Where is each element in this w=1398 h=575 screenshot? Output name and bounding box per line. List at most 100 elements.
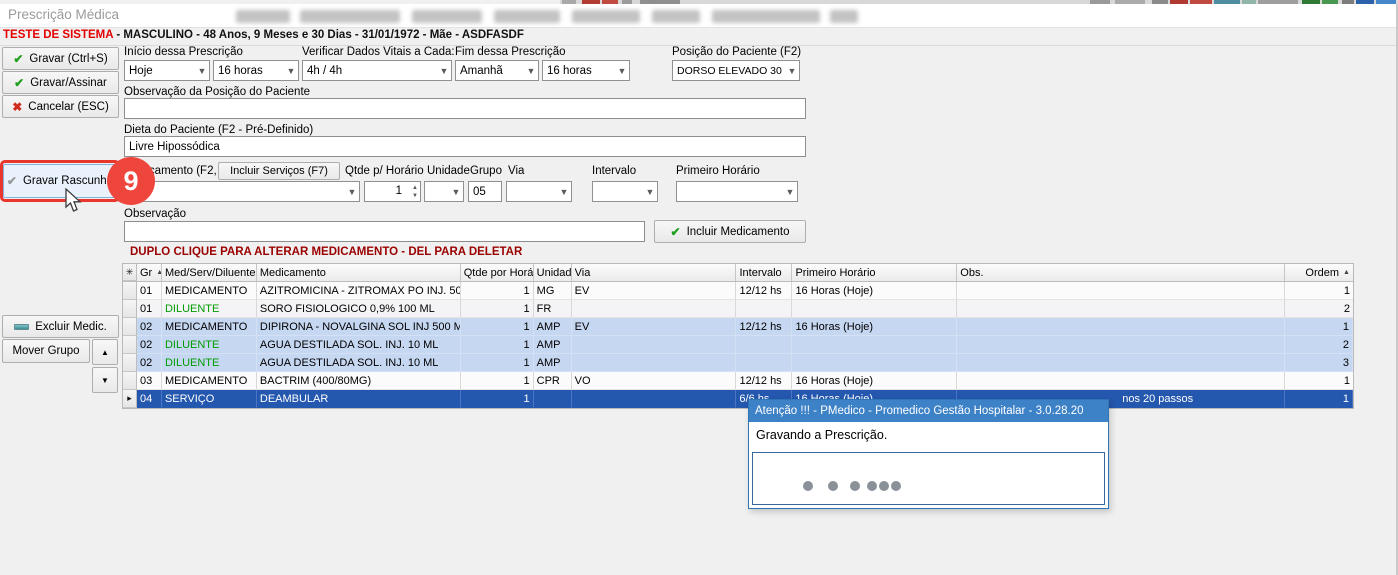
marker-column-header[interactable]: ✳ [123,264,137,281]
cell-gr: 01 [137,300,162,318]
col-header-tipo[interactable]: Med/Serv/Diluente [162,264,257,281]
move-group-label: Mover Grupo [12,345,79,357]
vitals-interval-combobox[interactable]: 4h / 4h ▼ [302,60,452,81]
progress-dot [828,481,838,491]
interval-combobox[interactable]: ▼ [592,181,658,202]
end-day-combobox[interactable]: Amanhã ▼ [455,60,539,81]
table-row[interactable]: 03MEDICAMENTOBACTRIM (400/80MG)1CPRVO12/… [123,372,1353,390]
col-header-primeiro-horario[interactable]: Primeiro Horário [792,264,957,281]
first-time-label: Primeiro Horário [676,165,760,177]
delete-medication-button[interactable]: Excluir Medic. [2,315,119,338]
patient-position-label: Posição do Paciente (F2) [672,46,801,58]
table-row[interactable]: 02DILUENTEAGUA DESTILADA SOL. INJ. 10 ML… [123,336,1353,354]
row-marker[interactable] [123,318,137,336]
cell-obs [957,318,1285,336]
move-group-button[interactable]: Mover Grupo [2,339,90,363]
cell-unidade: AMP [534,318,572,336]
col-header-intervalo[interactable]: Intervalo [736,264,792,281]
vitals-check-label: Verificar Dados Vitais a Cada: [302,46,455,58]
include-medication-button[interactable]: ✔ Incluir Medicamento [654,220,806,243]
row-marker[interactable] [123,300,137,318]
minus-icon [14,324,29,330]
col-header-via[interactable]: Via [572,264,737,281]
cell-primeiro: 16 Horas (Hoje) [792,282,957,300]
col-header-qtde[interactable]: Qtde por Horário [461,264,534,281]
chevron-down-icon: ▼ [345,187,359,197]
patient-position-combobox[interactable]: DORSO ELEVADO 30 G ▼ [672,60,800,81]
cell-med: DIPIRONA - NOVALGINA SOL INJ 500 MG/ML 2 [257,318,461,336]
cell-qtde: 1 [461,372,534,390]
col-header-obs[interactable]: Obs. [957,264,1285,281]
progress-dot [850,481,860,491]
table-row[interactable]: 02MEDICAMENTODIPIRONA - NOVALGINA SOL IN… [123,318,1353,336]
save-sign-button[interactable]: ✔ Gravar/Assinar [2,71,119,94]
save-button[interactable]: ✔ Gravar (Ctrl+S) [2,47,119,70]
cell-intervalo: 12/12 hs [736,318,792,336]
redacted-title-segment [412,10,482,23]
save-button-label: Gravar (Ctrl+S) [29,53,107,65]
window-titlebar[interactable]: Prescrição Médica [0,4,1398,28]
cell-ordem: 1 [1285,372,1353,390]
redacted-title-segment [830,10,858,23]
sort-asc-icon: ▲ [1343,269,1350,276]
cell-gr: 03 [137,372,162,390]
patient-details: - MASCULINO - 48 Anos, 9 Meses e 30 Dias… [113,29,524,41]
col-header-unidade[interactable]: Unidade [534,264,572,281]
cell-tipo: DILUENTE [162,354,257,372]
selected-row-pointer-icon[interactable]: ▸ [123,390,137,408]
cell-intervalo: 12/12 hs [736,372,792,390]
unit-combobox[interactable]: ▼ [424,181,464,202]
qty-per-time-stepper[interactable]: 1 ▲ ▼ [364,181,421,202]
progress-dot [803,481,813,491]
chevron-down-icon: ▼ [785,66,799,76]
cell-gr: 04 [137,390,162,408]
end-prescription-label: Fim dessa Prescrição [455,46,566,58]
table-row[interactable]: 02DILUENTEAGUA DESTILADA SOL. INJ. 10 ML… [123,354,1353,372]
table-row[interactable]: 01DILUENTESORO FISIOLOGICO 0,9% 100 ML1F… [123,300,1353,318]
row-marker[interactable] [123,336,137,354]
table-row[interactable]: ▸04SERVIÇODEAMBULAR16/6 hs16 Horas (Hoje… [123,390,1353,408]
row-marker[interactable] [123,282,137,300]
cell-tipo: MEDICAMENTO [162,282,257,300]
col-header-ordem[interactable]: Ordem▲ [1285,264,1353,281]
medication-table: ✳ Gr▲ Med/Serv/Diluente Medicamento Qtde… [122,263,1354,409]
row-marker[interactable] [123,354,137,372]
redacted-title-segment [300,10,400,23]
move-group-up-button[interactable]: ▲ [92,339,118,365]
diet-value: Livre Hipossódica [129,141,220,153]
row-marker[interactable] [123,372,137,390]
dialog-titlebar[interactable]: Atenção !!! - PMedico - Promedico Gestão… [749,400,1108,422]
cancel-button[interactable]: ✖ Cancelar (ESC) [2,95,119,118]
move-group-down-button[interactable]: ▼ [92,367,118,393]
cell-unidade: MG [534,282,572,300]
include-services-button[interactable]: Incluir Serviços (F7) [218,162,340,180]
chevron-down-icon: ▼ [643,187,657,197]
first-time-combobox[interactable]: ▼ [676,181,798,202]
cell-obs [957,282,1285,300]
cell-intervalo [736,300,792,318]
cell-unidade: FR [534,300,572,318]
col-header-gr[interactable]: Gr▲ [137,264,162,281]
redacted-title-segment [712,10,820,23]
chevron-down-icon: ▼ [195,66,209,76]
route-combobox[interactable]: ▼ [506,181,572,202]
cell-ordem: 1 [1285,282,1353,300]
progress-dot [891,481,901,491]
progress-dot [879,481,889,491]
start-day-combobox[interactable]: Hoje ▼ [124,60,210,81]
spin-down-icon[interactable]: ▼ [412,193,418,199]
spin-up-icon[interactable]: ▲ [412,185,418,191]
start-time-combobox[interactable]: 16 horas ▼ [213,60,299,81]
col-header-medicamento[interactable]: Medicamento [257,264,461,281]
start-time-value: 16 horas [214,65,284,77]
observation-input[interactable] [124,221,645,242]
end-time-combobox[interactable]: 16 horas ▼ [542,60,630,81]
position-observation-input[interactable] [124,98,806,119]
table-row[interactable]: 01MEDICAMENTOAZITROMICINA - ZITROMAX PO … [123,282,1353,300]
group-input[interactable]: 05 [468,181,502,202]
cell-qtde: 1 [461,336,534,354]
medication-combobox[interactable]: ▼ [124,181,360,202]
progress-dot [867,481,877,491]
diet-input[interactable]: Livre Hipossódica [124,136,806,157]
end-day-value: Amanhã [456,65,524,77]
